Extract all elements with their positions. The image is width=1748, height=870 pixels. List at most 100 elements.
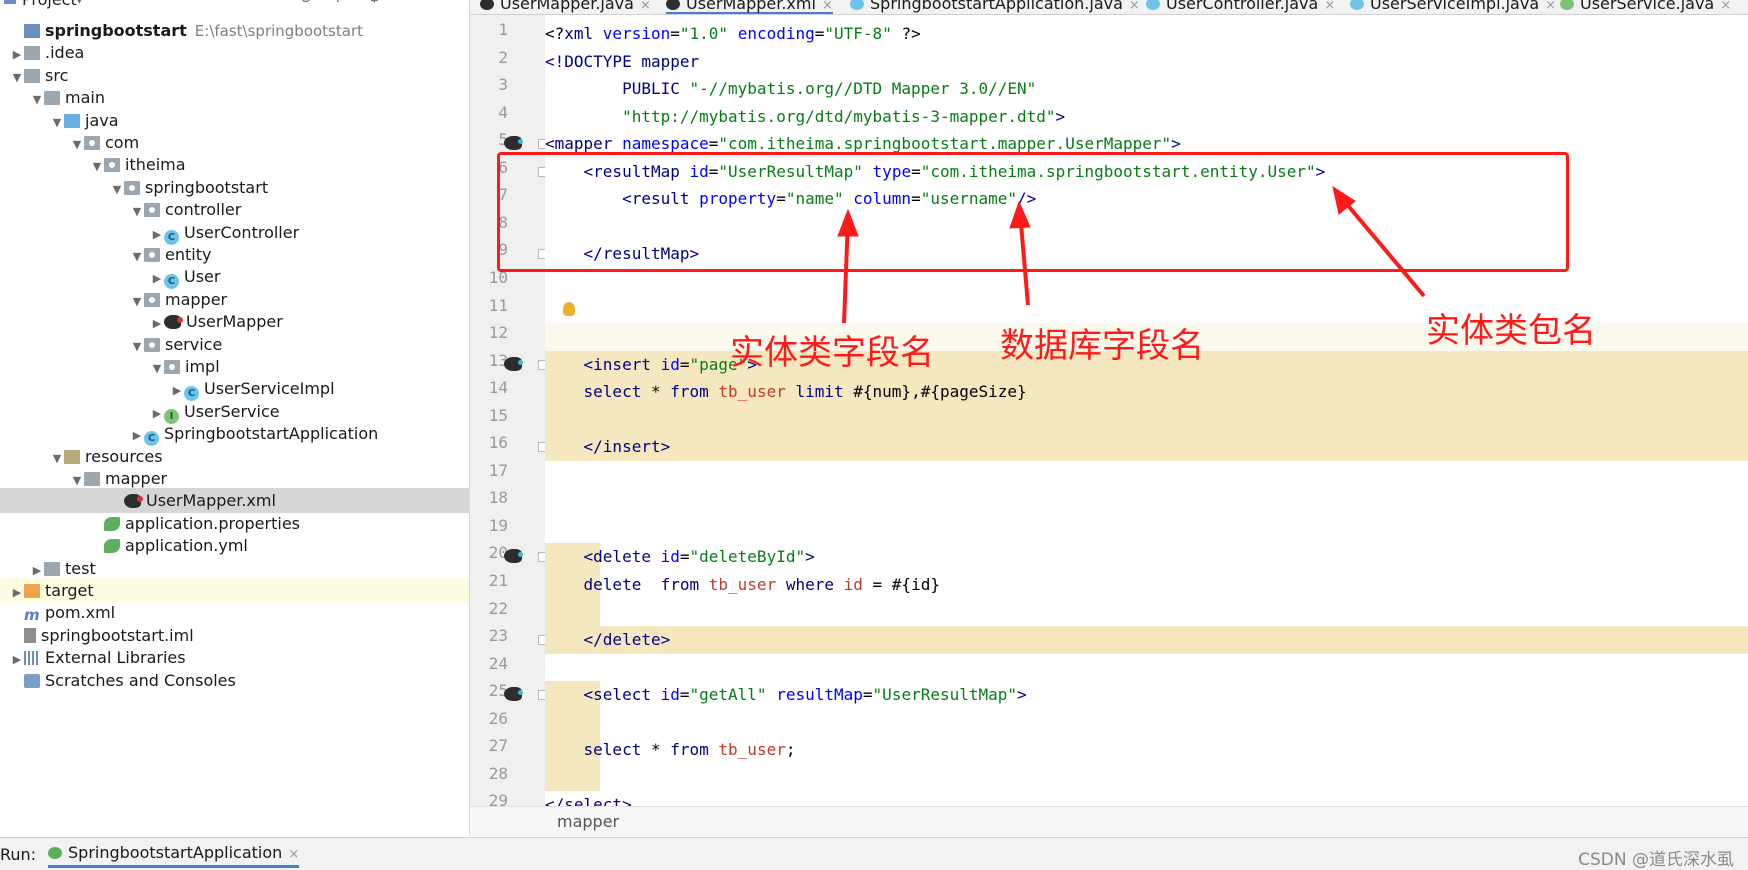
code-editor[interactable]: <?xml version="1.0" encoding="UTF-8" ?> <… xyxy=(545,15,1748,806)
tree-item[interactable]: m pom.xml xyxy=(0,600,469,625)
code-line[interactable]: delete from tb_user where id = #{id} xyxy=(545,571,940,598)
run-tool-bar: Run: SpringbootstartApplication × CSDN @道… xyxy=(0,837,1748,870)
tree-item[interactable]: ▼ itheima xyxy=(0,152,469,177)
breadcrumb-item[interactable]: mapper xyxy=(557,812,619,831)
code-line[interactable]: "http://mybatis.org/dtd/mybatis-3-mapper… xyxy=(545,103,1065,130)
project-panel-title[interactable]: Project xyxy=(22,0,77,9)
tree-item-label: springbootstart xyxy=(45,21,187,40)
tree-item[interactable]: ▼ mapper xyxy=(0,466,469,491)
close-icon[interactable]: × xyxy=(1545,0,1556,13)
package-icon xyxy=(104,158,120,173)
tree-item[interactable]: springbootstart.iml xyxy=(0,623,469,648)
tree-item[interactable]: Scratches and Consoles xyxy=(0,668,469,693)
code-line[interactable]: select * from tb_user; xyxy=(545,736,796,763)
package-icon xyxy=(144,337,160,352)
close-icon[interactable]: × xyxy=(640,0,651,13)
tree-item-label: UserMapper.xml xyxy=(146,491,276,511)
tree-item[interactable]: ▶ I UserService xyxy=(0,399,469,424)
tree-item[interactable]: ▶ C UserServiceImpl xyxy=(0,376,469,402)
tree-item[interactable]: ▼ java xyxy=(0,108,469,133)
tree-item[interactable]: ▶ C SpringbootstartApplication xyxy=(0,421,469,447)
code-line[interactable]: select * from tb_user limit #{num},#{pag… xyxy=(545,378,1027,405)
spring-leaf-icon xyxy=(104,539,120,554)
editor-tab[interactable]: UserService.java × xyxy=(1560,0,1731,13)
close-icon[interactable]: × xyxy=(1129,0,1140,13)
editor-tab[interactable]: UserMapper.xml × xyxy=(666,0,833,14)
code-line[interactable]: <delete id="deleteById"> xyxy=(545,543,815,570)
fold-marker-icon[interactable] xyxy=(538,690,545,701)
gear-icon[interactable]: ⚙ xyxy=(368,0,381,6)
tree-item[interactable]: application.yml xyxy=(0,533,469,558)
mybatis-navigate-icon[interactable] xyxy=(504,687,523,702)
editor-tab-bar: UserMapper.java × UserMapper.xml × Springboo… xyxy=(470,0,1748,15)
code-line[interactable]: <!DOCTYPE mapper xyxy=(545,48,699,75)
lightbulb-icon[interactable] xyxy=(563,302,575,316)
close-icon[interactable]: × xyxy=(288,847,299,862)
code-line[interactable]: </select> xyxy=(545,791,632,806)
tree-item[interactable]: UserMapper.xml xyxy=(0,488,469,514)
run-tab[interactable]: SpringbootstartApplication × xyxy=(48,843,300,868)
tree-item[interactable]: ▼ service xyxy=(0,332,469,357)
code-line[interactable]: </insert> xyxy=(545,433,671,460)
tree-item[interactable]: ▼ entity xyxy=(0,242,469,267)
tree-item[interactable]: springbootstart E:\fast\springbootstart xyxy=(0,18,469,43)
hide-icon[interactable]: — xyxy=(398,0,412,6)
line-number: 11 xyxy=(488,295,508,315)
tree-item[interactable]: ▼ main xyxy=(0,85,469,110)
tree-item-label: resources xyxy=(85,446,163,466)
mybatis-navigate-icon[interactable] xyxy=(504,356,523,371)
tree-item[interactable]: ▶ C UserController xyxy=(0,220,469,245)
tree-item[interactable]: ▶ External Libraries xyxy=(0,645,469,670)
fold-marker-icon[interactable] xyxy=(538,635,545,646)
editor-tab[interactable]: UserController.java × xyxy=(1146,0,1335,13)
line-number: 12 xyxy=(488,323,508,343)
tree-item[interactable]: ▶ UserMapper xyxy=(0,309,469,334)
watermark: CSDN @道氏深水虱 xyxy=(1578,850,1734,870)
locate-icon[interactable]: ⊕ xyxy=(300,0,312,6)
editor-breadcrumb: mapper xyxy=(470,806,1748,837)
code-line[interactable]: <select id="getAll" resultMap="UserResul… xyxy=(545,681,1027,708)
editor-tab[interactable]: UserMapper.java × xyxy=(480,0,651,13)
collapse-icon[interactable]: ≑ xyxy=(332,0,344,6)
mybatis-navigate-icon[interactable] xyxy=(504,136,523,151)
folder-icon xyxy=(44,561,60,576)
editor-tab[interactable]: SpringbootstartApplication.java × xyxy=(850,0,1140,13)
close-icon[interactable]: × xyxy=(822,0,833,13)
spring-boot-icon xyxy=(48,847,62,859)
tree-item[interactable]: ▶ C User xyxy=(0,264,469,290)
tree-item[interactable]: ▼ impl xyxy=(0,354,469,379)
tree-item[interactable]: ▼ mapper xyxy=(0,287,469,312)
fold-marker-icon[interactable] xyxy=(538,442,545,453)
tree-item-label: pom.xml xyxy=(45,603,116,623)
tree-item[interactable]: ▼ springbootstart xyxy=(0,175,469,200)
close-icon[interactable]: × xyxy=(1720,0,1731,13)
tree-item[interactable]: ▼ resources xyxy=(0,444,469,469)
tree-item[interactable]: ▶ test xyxy=(0,556,469,581)
tree-item[interactable]: ▶ .idea xyxy=(0,40,469,65)
code-line[interactable]: <insert id="page"> xyxy=(545,351,757,378)
code-line[interactable]: <?xml version="1.0" encoding="UTF-8" ?> xyxy=(545,20,921,47)
tree-item[interactable]: ▼ controller xyxy=(0,197,469,222)
tree-item-label: UserServiceImpl xyxy=(204,379,335,399)
editor-gutter: 1 2 3 4 5 6 7 8 9 10 11 12 13 14 15 16 17 18 19 20 21 22 23 24 2… xyxy=(470,15,545,806)
tree-item-label: UserController xyxy=(184,222,300,242)
tree-item[interactable]: ▼ src xyxy=(0,63,469,88)
tree-item[interactable]: application.properties xyxy=(0,511,469,536)
fold-marker-icon[interactable] xyxy=(538,139,545,150)
statement-highlight xyxy=(545,626,1748,654)
fold-marker-icon[interactable] xyxy=(538,359,545,370)
chevron-down-icon[interactable]: ▼ xyxy=(74,0,85,6)
code-line[interactable]: </delete> xyxy=(545,626,671,653)
fold-marker-icon[interactable] xyxy=(538,552,545,563)
tree-item-label: target xyxy=(45,581,94,600)
tree-item[interactable]: ▼ com xyxy=(0,130,469,155)
resources-folder-icon xyxy=(64,449,80,464)
package-icon xyxy=(144,248,160,262)
close-icon[interactable]: × xyxy=(1324,0,1335,13)
mybatis-navigate-icon[interactable] xyxy=(504,549,523,564)
editor-tab[interactable]: UserServiceImpl.java × xyxy=(1350,0,1556,13)
editor-tab-label: UserMapper.java xyxy=(500,0,634,13)
code-line[interactable]: PUBLIC "-//mybatis.org//DTD Mapper 3.0//… xyxy=(545,75,1036,102)
tree-item[interactable]: ▶ target xyxy=(0,578,469,603)
spring-class-icon xyxy=(850,0,864,10)
